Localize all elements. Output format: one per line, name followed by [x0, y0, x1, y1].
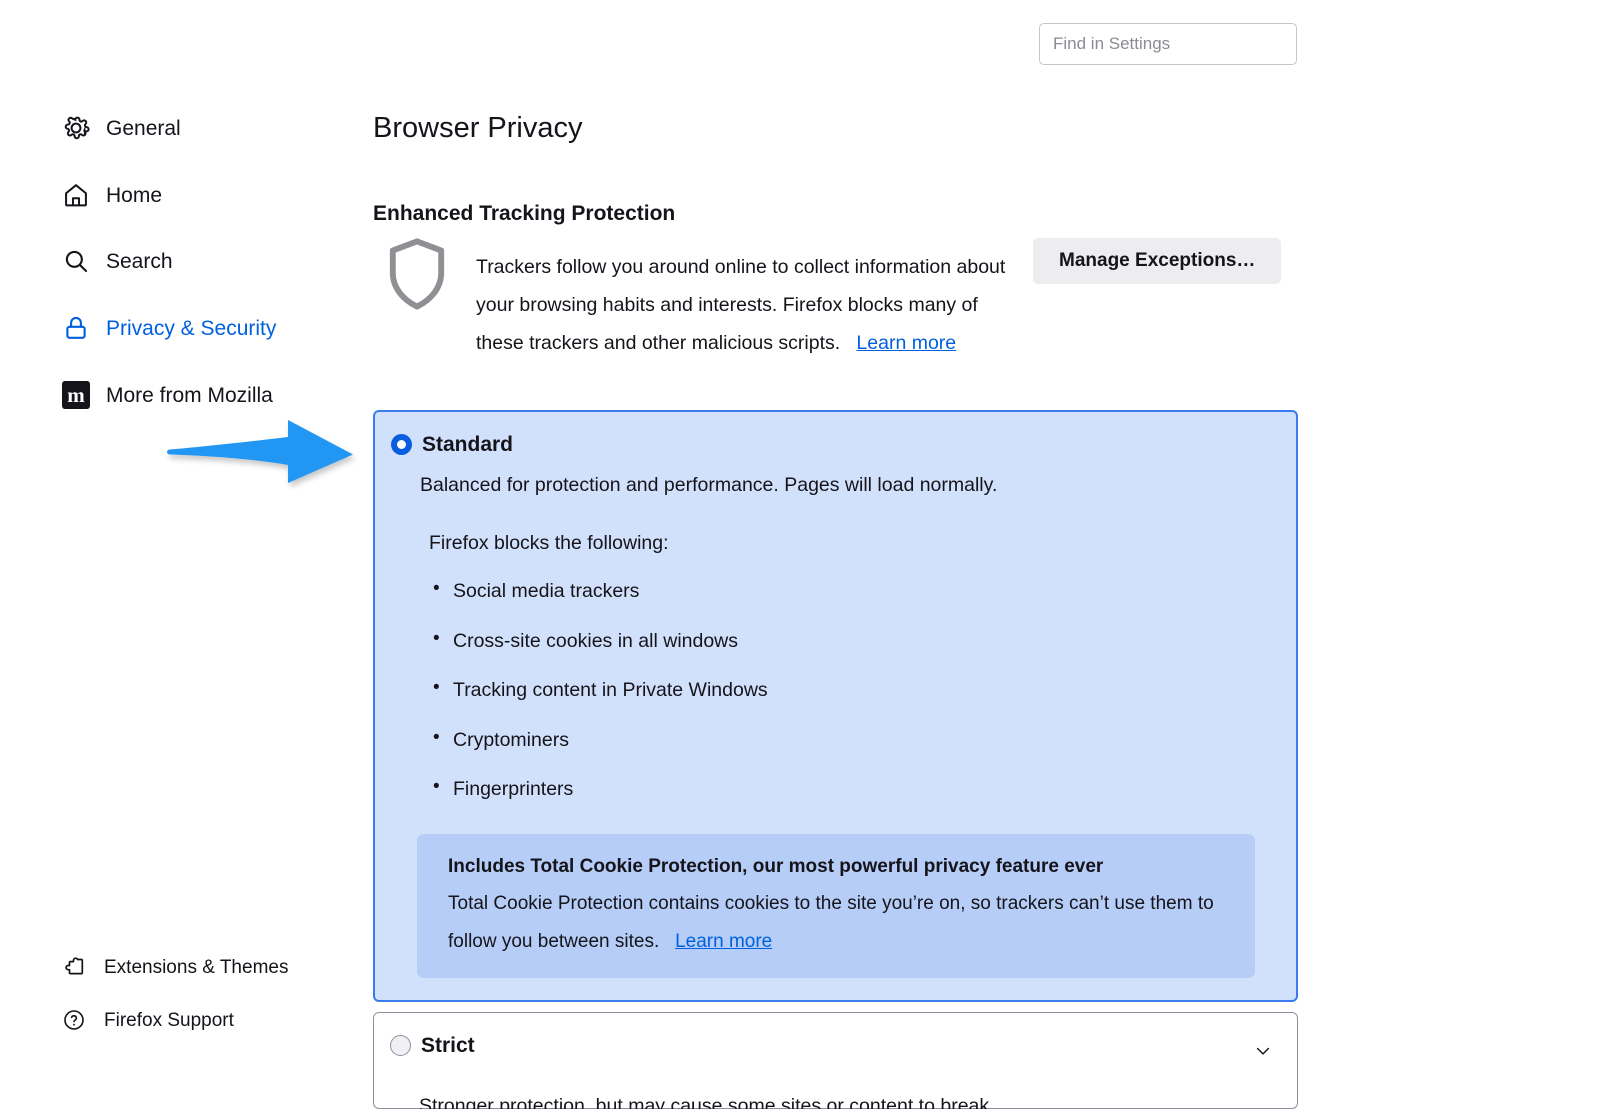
total-cookie-protection-callout: Includes Total Cookie Protection, our mo… [417, 834, 1255, 978]
sidebar-item-extensions-themes[interactable]: Extensions & Themes [62, 952, 288, 982]
page-title: Browser Privacy [373, 112, 583, 144]
lock-icon [62, 314, 90, 342]
etp-description-text: Trackers follow you around online to col… [476, 248, 1028, 362]
blue-arrow-annotation-icon [160, 416, 360, 496]
sidebar-item-label: Extensions & Themes [104, 956, 289, 978]
sidebar-item-label: Privacy & Security [106, 316, 277, 340]
strict-radio-row[interactable]: Strict [390, 1035, 475, 1056]
gear-icon [62, 114, 90, 142]
callout-title: Includes Total Cookie Protection, our mo… [448, 856, 1104, 877]
list-item: Tracking content in Private Windows [420, 678, 1280, 701]
strict-description: Stronger protection, but may cause some … [419, 1095, 995, 1109]
etp-option-standard[interactable]: Standard Balanced for protection and per… [373, 410, 1298, 1002]
standard-radio-row[interactable]: Standard [391, 434, 513, 455]
question-circle-icon [62, 1008, 86, 1032]
list-item: Cryptominers [420, 728, 1280, 751]
standard-panel-body: Balanced for protection and performance.… [420, 474, 1280, 829]
sidebar-item-label: Home [106, 183, 163, 207]
puzzle-piece-icon [62, 955, 86, 979]
sidebar-item-label: More from Mozilla [106, 383, 273, 407]
home-icon [62, 181, 90, 209]
sidebar-item-label: General [106, 116, 181, 140]
sidebar-item-firefox-support[interactable]: Firefox Support [62, 1005, 234, 1035]
manage-exceptions-button[interactable]: Manage Exceptions… [1033, 238, 1282, 284]
sidebar-item-general[interactable]: General [62, 111, 181, 145]
find-in-settings-wrap [1039, 23, 1297, 65]
etp-option-strict[interactable]: Strict Stronger protection, but may caus… [373, 1012, 1298, 1109]
sidebar-item-privacy-security[interactable]: Privacy & Security [62, 311, 276, 345]
settings-page: General Home Search [0, 0, 1600, 1109]
callout-body-text: Total Cookie Protection contains cookies… [448, 892, 1214, 952]
standard-summary: Balanced for protection and performance.… [420, 474, 998, 496]
standard-blocked-list: Social media trackers Cross-site cookies… [420, 579, 1280, 800]
section-title-enhanced-tracking-protection: Enhanced Tracking Protection [373, 202, 676, 226]
standard-radio-label: Standard [422, 433, 514, 456]
standard-blocks-heading: Firefox blocks the following: [429, 532, 669, 555]
standard-radio-button[interactable] [391, 434, 412, 455]
list-item: Fingerprinters [420, 777, 1280, 800]
shield-icon [373, 230, 461, 318]
etp-description-row: Trackers follow you around online to col… [373, 228, 1303, 381]
search-icon [62, 247, 90, 275]
callout-body: Total Cookie Protection contains cookies… [448, 885, 1227, 961]
sidebar-item-more-from-mozilla[interactable]: m More from Mozilla [62, 378, 273, 412]
list-item: Social media trackers [420, 579, 1280, 602]
strict-radio-label: Strict [421, 1034, 475, 1057]
search-input[interactable] [1039, 23, 1297, 65]
sidebar-item-label: Firefox Support [104, 1009, 234, 1031]
sidebar-item-label: Search [106, 249, 173, 273]
strict-radio-button[interactable] [390, 1035, 411, 1056]
sidebar: General Home Search Privacy & Security m… [0, 0, 360, 1109]
list-item: Cross-site cookies in all windows [420, 629, 1280, 652]
sidebar-item-search[interactable]: Search [62, 244, 173, 278]
etp-learn-more-link[interactable]: Learn more [856, 332, 956, 354]
callout-learn-more-link[interactable]: Learn more [675, 931, 772, 952]
mozilla-m-icon: m [62, 381, 90, 409]
chevron-down-icon[interactable] [1253, 1041, 1273, 1061]
sidebar-item-home[interactable]: Home [62, 178, 162, 212]
